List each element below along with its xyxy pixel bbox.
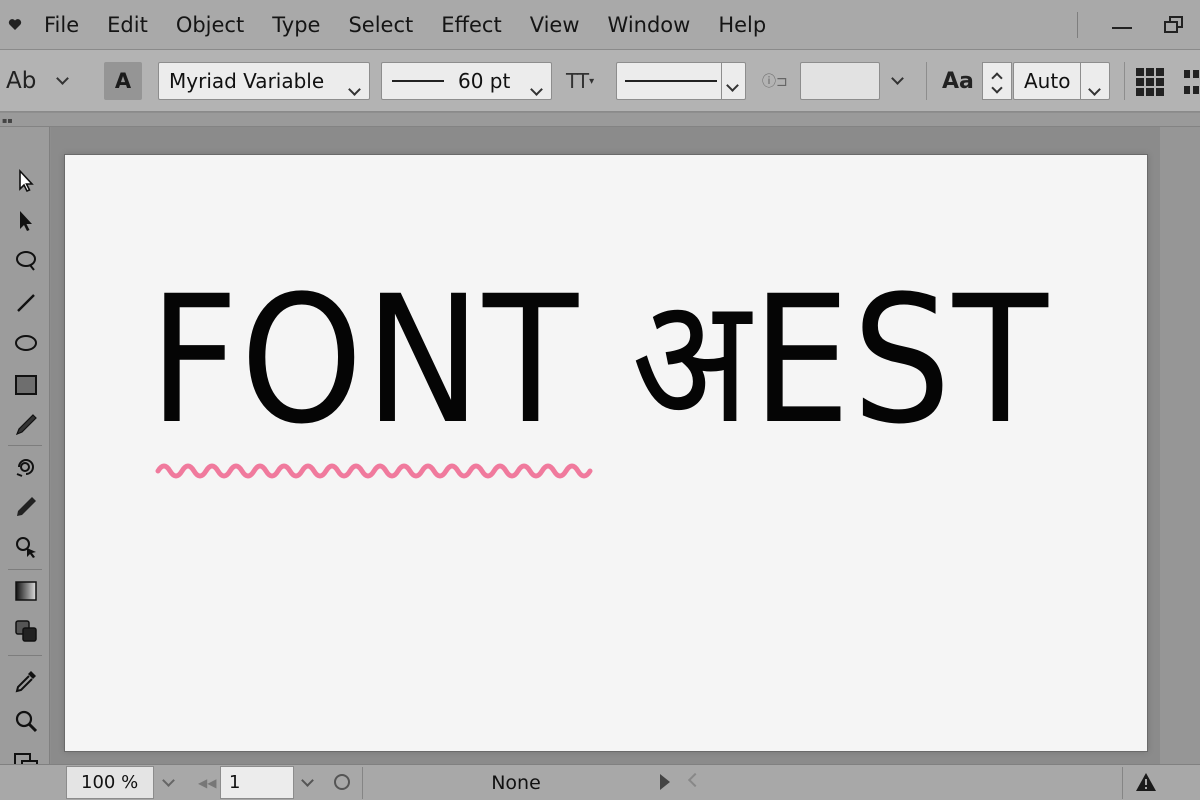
ellipse-tool-icon[interactable] [8,325,44,361]
pencil-tool-icon[interactable] [8,489,44,525]
artboard-dropdown-chevron[interactable] [301,769,314,797]
restore-icon [1164,16,1184,34]
leading-dropdown[interactable]: Auto [1013,62,1110,100]
chevron-down-icon [891,72,904,85]
selection-tool-icon[interactable] [8,163,44,199]
toolbar-divider [926,62,927,100]
chevron-down-icon [301,774,314,787]
status-bar: 100 % ◀◀ 1 None [0,764,1200,800]
leading-value: Auto [1024,69,1071,93]
spellcheck-squiggle [155,463,593,479]
all-caps-icon: TT [566,69,589,93]
zoom-level-input[interactable]: 100 % [66,766,154,799]
value-input[interactable] [800,62,880,100]
rotate-tool-icon[interactable] [8,449,44,485]
flyout-icon: ▾ [589,75,594,87]
minimize-icon [1112,27,1132,29]
menu-type[interactable]: Type [258,0,334,50]
character-panel-label[interactable]: Ab [6,64,36,98]
blend-tool-icon[interactable] [8,613,44,649]
menu-select[interactable]: Select [334,0,427,50]
chevron-down-icon [1088,83,1101,96]
value-dropdown-chevron[interactable] [891,64,904,98]
window-controls-divider [1077,12,1078,38]
eyedropper-tool-icon[interactable] [8,663,44,699]
restore-button[interactable] [1148,0,1200,50]
minimize-button[interactable] [1096,0,1148,50]
stroke-preview-line [625,80,717,82]
chevron-down-icon [56,72,69,85]
tools-panel [0,127,50,800]
status-text[interactable]: None [366,766,666,799]
font-style-button[interactable]: A [104,62,142,100]
artboard[interactable]: FONT अEST [64,154,1148,752]
leading-icon: Aa [942,68,974,94]
shape-builder-tool-icon[interactable] [8,529,44,565]
menu-help[interactable]: Help [704,0,780,50]
window-controls [1077,0,1200,50]
tool-divider [8,445,42,446]
menu-effect[interactable]: Effect [427,0,515,50]
artboard-navigator-icon[interactable] [334,774,350,790]
rectangle-tool-icon[interactable] [8,367,44,403]
menu-object[interactable]: Object [162,0,258,50]
panel-header-strip [0,113,1200,127]
grid-icon[interactable] [1136,68,1164,96]
chevron-down-icon [530,83,543,96]
constrain-link-icon[interactable]: ⓘ⊐ [762,64,788,98]
zoom-dropdown-chevron[interactable] [162,769,175,797]
font-size-value: 60 pt [458,69,511,93]
stroke-style-dropdown[interactable] [616,62,746,100]
menu-window[interactable]: Window [594,0,705,50]
font-family-dropdown[interactable]: Myriad Variable [158,62,370,100]
previous-artboard-icon[interactable]: ◀◀ [198,771,216,795]
chevron-down-icon [348,83,361,96]
chevron-down-icon[interactable] [991,82,1003,94]
toolbar-divider [1124,62,1125,100]
font-family-value: Myriad Variable [169,69,325,93]
font-size-dropdown[interactable]: 60 pt [381,62,552,100]
line-tool-icon[interactable] [8,285,44,321]
menu-edit[interactable]: Edit [93,0,162,50]
chevron-left-icon[interactable] [687,772,703,788]
status-divider [362,767,363,799]
artboard-number-input[interactable]: 1 [220,766,294,799]
menu-bar: File Edit Object Type Select Effect View… [0,0,1200,50]
character-menu-chevron[interactable] [56,64,69,98]
artboard-text[interactable]: FONT अEST [149,273,1050,449]
status-divider [1122,767,1123,799]
heart-icon[interactable] [0,0,30,50]
panel-grip-icon[interactable]: ▪▪ [2,116,13,125]
more-options-icon[interactable] [1184,68,1200,96]
chevron-down-icon [726,79,739,92]
type-options-button[interactable]: TT ▾ [566,64,594,98]
direct-selection-tool-icon[interactable] [8,203,44,239]
warning-icon[interactable] [1134,770,1158,794]
tool-divider [8,569,42,570]
control-bar: Ab A Myriad Variable 60 pt TT ▾ ⓘ⊐ Aa Aut… [0,50,1200,112]
pen-tool-icon[interactable] [8,407,44,443]
lasso-tool-icon[interactable] [8,243,44,279]
tool-divider [8,655,42,656]
zoom-tool-icon[interactable] [8,703,44,739]
leading-stepper[interactable] [982,62,1012,100]
stroke-line-icon [392,80,444,82]
play-icon[interactable] [660,774,670,790]
chevron-down-icon [162,774,175,787]
menu-view[interactable]: View [516,0,594,50]
right-panel-strip [1160,127,1200,764]
menu-file[interactable]: File [30,0,93,50]
gradient-tool-icon[interactable] [8,573,44,609]
